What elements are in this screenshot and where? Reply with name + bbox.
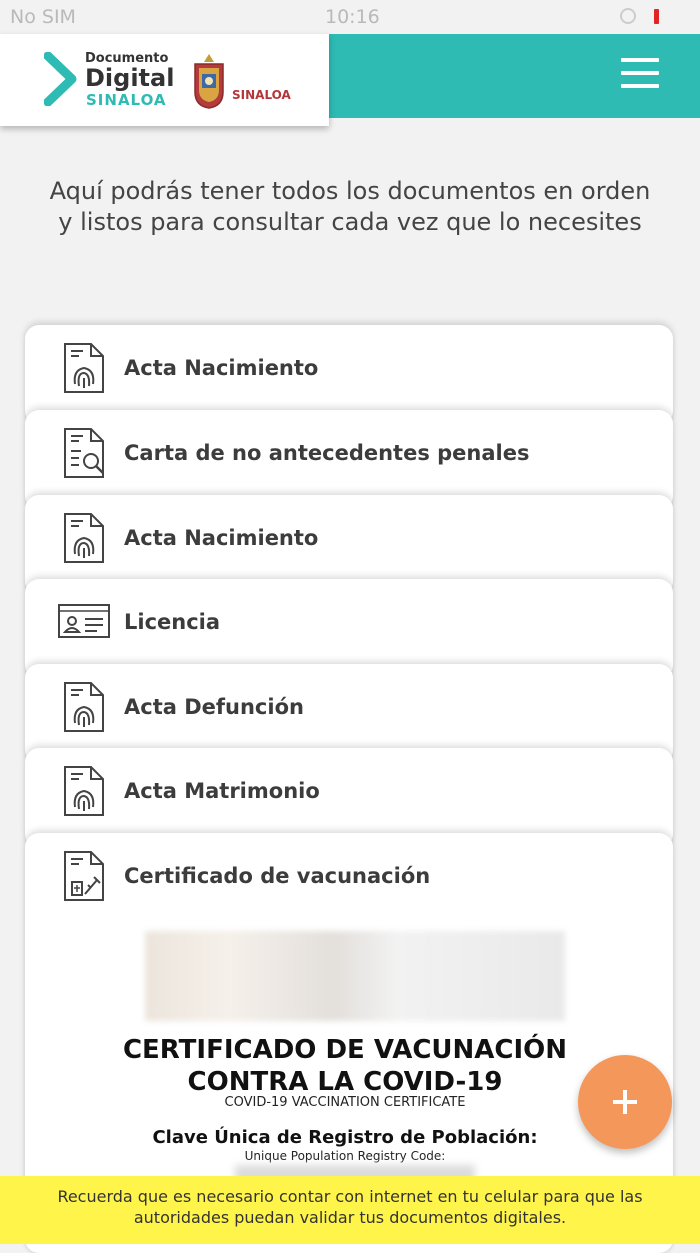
id-card-icon bbox=[58, 604, 110, 638]
plus-icon-stroke bbox=[623, 1090, 627, 1114]
certificate-title-line1: CERTIFICADO DE VACUNACIÓN bbox=[122, 1035, 568, 1065]
search-document-icon bbox=[64, 428, 104, 478]
certificate-subtitle: COVID-19 VACCINATION CERTIFICATE bbox=[224, 1095, 466, 1110]
curp-label: Clave Única de Registro de Población: bbox=[152, 1127, 538, 1148]
document-label: Acta Defunción bbox=[124, 695, 304, 719]
document-label: Acta Nacimiento bbox=[124, 356, 319, 380]
state-seal-icon bbox=[194, 54, 224, 109]
chevron-logo-icon bbox=[44, 52, 77, 106]
fingerprint-document-icon bbox=[64, 343, 104, 393]
internet-notice-banner: Recuerda que es necesario contar con int… bbox=[0, 1176, 700, 1244]
status-bar: No SIM 10:16 bbox=[0, 0, 700, 34]
curp-sublabel: Unique Population Registry Code: bbox=[244, 1149, 446, 1163]
document-label: Certificado de vacunación bbox=[124, 864, 431, 888]
logo-text-digital: Digital bbox=[85, 64, 175, 92]
logo-text-sinaloa: SINALOA bbox=[86, 91, 167, 109]
battery-icon bbox=[654, 9, 659, 24]
intro-text: Aquí podrás tener todos los documentos e… bbox=[49, 177, 651, 236]
orientation-lock-icon bbox=[620, 8, 636, 24]
document-label: Licencia bbox=[124, 610, 221, 634]
document-label: Acta Nacimiento bbox=[124, 526, 319, 550]
add-document-button[interactable] bbox=[578, 1055, 672, 1149]
fingerprint-document-icon bbox=[64, 513, 104, 563]
document-label: Acta Matrimonio bbox=[124, 779, 320, 803]
blurred-header-logos bbox=[145, 931, 565, 1021]
seal-label: SINALOA bbox=[232, 88, 291, 102]
fingerprint-document-icon bbox=[64, 682, 104, 732]
fingerprint-document-icon bbox=[64, 766, 104, 816]
certificate-title-line2: CONTRA LA COVID-19 bbox=[187, 1067, 503, 1097]
app-logo: Documento Digital SINALOA SINALOA bbox=[0, 34, 329, 126]
document-label: Carta de no antecedentes penales bbox=[124, 441, 530, 465]
clock: 10:16 bbox=[325, 6, 380, 28]
hamburger-menu-icon[interactable] bbox=[617, 58, 663, 94]
vaccine-document-icon bbox=[64, 851, 104, 901]
carrier-label: No SIM bbox=[10, 6, 76, 28]
